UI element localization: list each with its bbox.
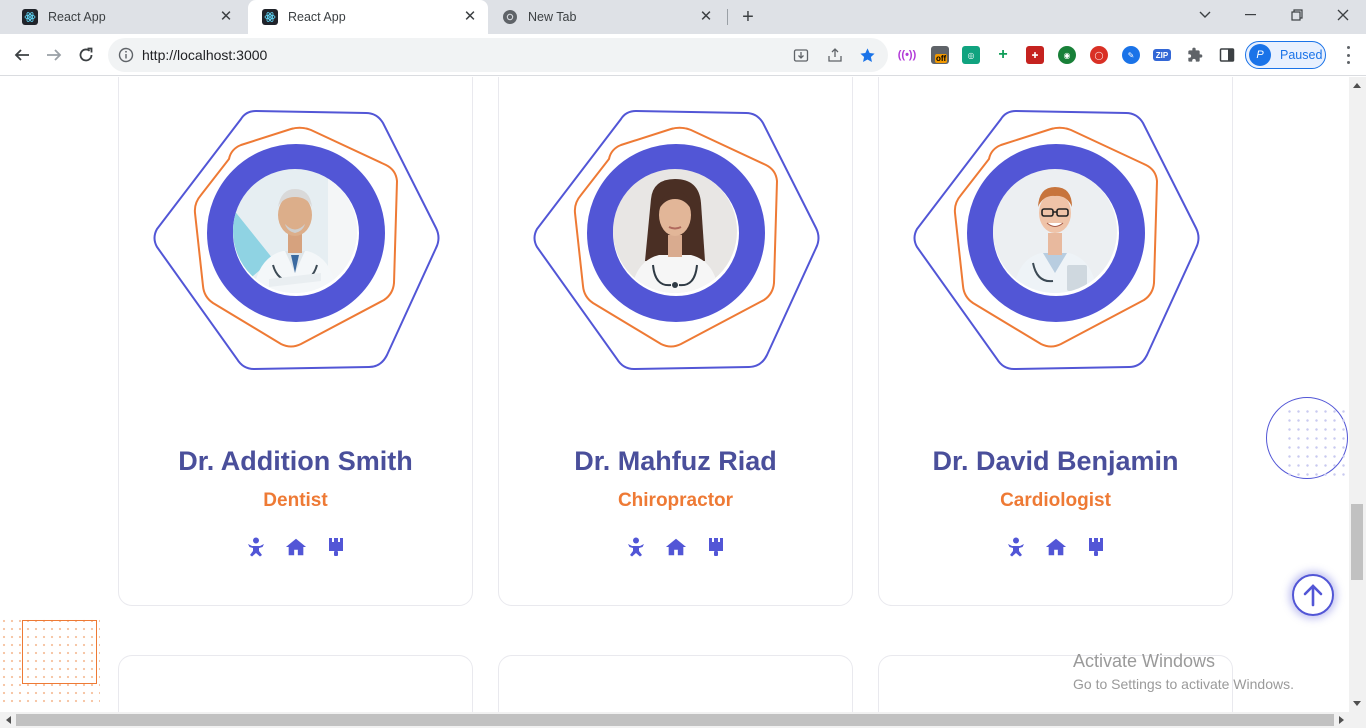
horizontal-scrollbar[interactable] (0, 712, 1366, 728)
doctor-photo (993, 169, 1117, 293)
tab-separator (727, 9, 728, 25)
back-button[interactable] (10, 43, 34, 67)
avatar: P (1249, 44, 1271, 66)
close-icon[interactable]: ✕ (218, 9, 234, 25)
scroll-up-arrow-icon[interactable] (1349, 77, 1365, 93)
social-links (119, 536, 472, 558)
side-panel-icon[interactable] (1218, 46, 1236, 64)
doctor-name: Dr. Addition Smith (178, 446, 413, 476)
broadcast-extension-icon[interactable]: ((•)) (898, 46, 917, 64)
bookmark-star-icon[interactable] (858, 46, 876, 64)
tab-label: React App (288, 10, 346, 24)
tab-react-app-1[interactable]: React App ✕ (8, 0, 244, 34)
home-icon[interactable] (665, 536, 687, 558)
scrollbar-thumb[interactable] (1351, 504, 1363, 580)
globe-extension-icon[interactable]: ◉ (1058, 46, 1076, 64)
zip-label: ZIP (1155, 50, 1169, 60)
doctor-card: Dr. Addition Smith Dentist (118, 77, 473, 606)
windows-activation-watermark: Activate Windows Go to Settings to activ… (1073, 651, 1294, 692)
browser-toolbar: http://localhost:3000 ((•)) off ◎ + ✚ ◉ … (0, 34, 1366, 76)
activation-subtitle: Go to Settings to activate Windows. (1073, 676, 1294, 692)
doctor-card-next-row (118, 655, 473, 712)
doctor-photo (233, 169, 357, 293)
shield-red-extension-icon[interactable]: ◯ (1090, 46, 1108, 64)
share-icon[interactable] (826, 46, 844, 64)
scroll-left-arrow-icon[interactable] (0, 712, 16, 728)
react-icon (22, 9, 38, 25)
react-icon (262, 9, 278, 25)
restore-button[interactable] (1274, 0, 1320, 30)
baby-icon[interactable] (625, 536, 647, 558)
page-viewport: Dr. Addition Smith Dentist Dr. Mahfuz Ri… (0, 77, 1349, 712)
extensions-puzzle-icon[interactable] (1186, 46, 1204, 64)
decorative-dots (1285, 407, 1349, 482)
scrollbar-thumb[interactable] (16, 714, 1334, 726)
doctor-photo (613, 169, 737, 293)
reload-button[interactable] (74, 43, 98, 67)
close-icon[interactable]: ✕ (698, 9, 714, 25)
paint-brush-icon[interactable] (705, 536, 727, 558)
chrome-icon (502, 9, 518, 25)
doctor-name: Dr. David Benjamin (932, 446, 1179, 476)
decorative-square (22, 620, 97, 684)
menu-dots-icon[interactable] (1346, 46, 1350, 64)
extension-off-icon[interactable]: off (931, 46, 949, 64)
tab-react-app-2[interactable]: React App ✕ (248, 0, 488, 34)
paint-brush-icon[interactable] (325, 536, 347, 558)
profile-status: Paused (1280, 48, 1323, 62)
doctor-card-next-row (498, 655, 853, 712)
minimize-button[interactable] (1228, 0, 1274, 30)
bluetooth-extension-icon[interactable]: ✎ (1122, 46, 1140, 64)
home-icon[interactable] (1045, 536, 1067, 558)
puzzle-red-extension-icon[interactable]: ✚ (1026, 46, 1044, 64)
new-tab-button[interactable]: + (738, 7, 758, 27)
plus-extension-icon[interactable]: + (994, 46, 1012, 64)
profile-button[interactable]: P Paused (1245, 41, 1326, 69)
close-window-button[interactable] (1320, 0, 1366, 30)
home-icon[interactable] (285, 536, 307, 558)
off-badge: off (935, 54, 948, 63)
tab-new-tab[interactable]: New Tab ✕ (488, 0, 724, 34)
scroll-right-arrow-icon[interactable] (1334, 712, 1350, 728)
baby-icon[interactable] (245, 536, 267, 558)
tab-search-icon[interactable] (1182, 0, 1228, 30)
forward-button[interactable] (42, 43, 66, 67)
scroll-to-top-button[interactable] (1292, 574, 1334, 616)
doctor-name: Dr. Mahfuz Riad (574, 446, 777, 476)
info-icon[interactable] (118, 47, 134, 68)
close-icon[interactable]: ✕ (462, 9, 478, 25)
doctor-specialty: Cardiologist (1000, 490, 1111, 511)
tab-strip: React App ✕ React App ✕ New Tab ✕ + (0, 0, 1366, 34)
zip-extension-icon[interactable]: ZIP (1153, 49, 1171, 61)
openai-extension-icon[interactable]: ◎ (962, 46, 980, 64)
url-text[interactable]: http://localhost:3000 (142, 47, 267, 63)
baby-icon[interactable] (1005, 536, 1027, 558)
scroll-down-arrow-icon[interactable] (1349, 696, 1365, 712)
vertical-scrollbar[interactable] (1349, 77, 1366, 712)
arrow-up-icon (1303, 584, 1323, 607)
activation-title: Activate Windows (1073, 651, 1216, 671)
tab-label: React App (48, 10, 106, 24)
tab-label: New Tab (528, 10, 577, 24)
doctor-specialty: Chiropractor (617, 490, 734, 511)
doctor-card: Dr. Mahfuz Riad Chiropractor (498, 77, 853, 606)
paint-brush-icon[interactable] (1085, 536, 1107, 558)
social-links (499, 536, 852, 558)
doctor-card: Dr. David Benjamin Cardiologist (878, 77, 1233, 606)
address-bar[interactable]: http://localhost:3000 (108, 38, 888, 72)
doctor-specialty: Dentist (263, 490, 328, 511)
social-links (879, 536, 1232, 558)
install-icon[interactable] (792, 46, 810, 64)
